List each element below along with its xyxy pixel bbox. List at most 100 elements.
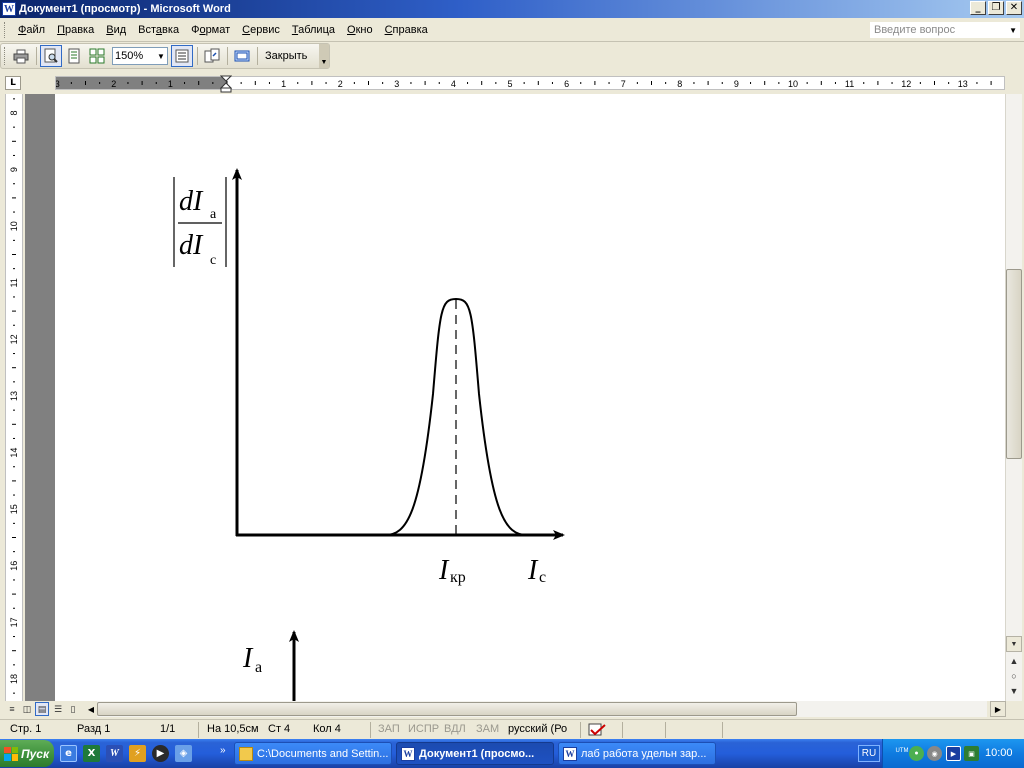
print-layout-view-icon[interactable]: ▤	[35, 702, 49, 716]
vertical-scroll-thumb[interactable]	[1006, 269, 1022, 459]
horizontal-scrollbar[interactable]	[97, 701, 987, 717]
word-app-icon[interactable]: W	[2, 2, 16, 16]
media-player-icon[interactable]: ▶	[152, 745, 169, 762]
tray-network-icon[interactable]: ●	[909, 746, 924, 761]
full-screen-button[interactable]	[231, 45, 253, 67]
close-window-button[interactable]: ✕	[1006, 1, 1022, 15]
start-button[interactable]: Пуск	[0, 740, 54, 767]
task-button-lab-work[interactable]: W лаб работа удельн зар...	[558, 742, 716, 765]
magnifier-page-icon	[44, 48, 58, 63]
tray-monitor-icon[interactable]: ▣	[964, 746, 979, 761]
task-button-explorer[interactable]: C:\Documents and Settin...	[234, 742, 392, 765]
word-doc-icon: W	[563, 746, 577, 761]
full-screen-icon	[234, 50, 250, 62]
spelling-check-icon[interactable]	[588, 723, 608, 740]
normal-view-icon[interactable]: ≡	[5, 702, 19, 716]
ruler-number: 10	[788, 79, 798, 89]
shrink-to-fit-button[interactable]	[201, 45, 223, 67]
menu-tools[interactable]: Сервис	[236, 22, 286, 38]
window-title: Документ1 (просмотр) - Microsoft Word	[19, 3, 231, 15]
toolbar-options-chevron-icon[interactable]: ▼	[319, 44, 329, 68]
magnifier-button[interactable]	[40, 45, 62, 67]
network-icon[interactable]: ◈	[175, 745, 192, 762]
menu-file[interactable]: Файл	[12, 22, 51, 38]
menu-window[interactable]: Окно	[341, 22, 379, 38]
toolbar-grip[interactable]	[4, 47, 7, 65]
document-graphics: dI а dI с I кр I с I а	[173, 168, 565, 701]
close-preview-button[interactable]: Закрыть	[261, 46, 311, 66]
vertical-ruler[interactable]: 8 9 10 11 12 13 14 15 16 17 18	[5, 94, 23, 701]
status-extend-selection[interactable]: ВДЛ	[444, 723, 466, 735]
menubar-grip[interactable]	[4, 21, 8, 38]
ruler-icon	[175, 49, 189, 63]
language-indicator[interactable]: RU	[858, 745, 880, 762]
ruler-number: 17	[9, 617, 19, 627]
status-page: Стр. 1	[10, 723, 42, 735]
derivative-graph: dI а dI с I кр I с	[173, 168, 565, 586]
previous-page-icon[interactable]: ▲	[1006, 654, 1022, 668]
ruler-number: 11	[845, 79, 854, 89]
browse-object-icon[interactable]: ○	[1006, 669, 1022, 683]
toolbar-separator	[227, 47, 228, 65]
horizontal-ruler[interactable]: 3 2 1 1 2 3 4 5 6 7 8 9 10 11 12 13	[55, 76, 1005, 90]
document-page[interactable]: dI а dI с I кр I с I а	[55, 94, 1005, 701]
internet-explorer-icon[interactable]: e	[60, 745, 77, 762]
ruler-number: 14	[9, 448, 19, 458]
tray-clock: 10:00	[985, 747, 1013, 759]
ruler-number: 12	[9, 334, 19, 344]
status-record-macro[interactable]: ЗАП	[378, 723, 400, 735]
word-icon[interactable]: W	[106, 745, 123, 762]
next-page-icon[interactable]: ▼	[1006, 684, 1022, 698]
restore-button[interactable]: ❐	[988, 1, 1004, 15]
reading-view-icon[interactable]: ▯	[66, 702, 80, 716]
minimize-button[interactable]: _	[970, 1, 986, 15]
status-separator	[722, 722, 723, 738]
status-overtype[interactable]: ЗАМ	[476, 723, 499, 735]
quicklaunch-chevron-icon[interactable]: »	[220, 745, 226, 756]
ruler-number: 12	[901, 79, 911, 89]
menu-view[interactable]: Вид	[100, 22, 132, 38]
menu-format[interactable]: Формат	[185, 22, 236, 38]
scroll-right-arrow-icon[interactable]: ▶	[990, 701, 1006, 717]
scroll-down-arrow-icon[interactable]: ▼	[1006, 636, 1022, 652]
indent-marker-icon[interactable]	[220, 72, 232, 94]
menu-edit[interactable]: Правка	[51, 22, 100, 38]
help-question-input[interactable]: Введите вопрос ▼	[870, 22, 1020, 38]
ruler-number: 7	[621, 79, 626, 89]
graph1-ylabel-den-sub: с	[210, 253, 216, 268]
tray-speaker-icon[interactable]: ◉	[927, 746, 942, 761]
tray-media-icon[interactable]: ▶	[946, 746, 961, 761]
ruler-number: 4	[451, 79, 456, 89]
zoom-dropdown-arrow-icon[interactable]: ▼	[155, 52, 167, 61]
horizontal-ruler-area: L 3 2 1 1 2 3 4 5 6 7 8 9 10 11 12 13	[0, 72, 1024, 94]
help-dropdown-arrow-icon[interactable]: ▼	[1009, 26, 1019, 35]
system-tray: UTM ● ◉ ▶ ▣ 10:00	[882, 739, 1024, 768]
menu-help[interactable]: Справка	[379, 22, 434, 38]
web-view-icon[interactable]: ◫	[20, 702, 34, 716]
ruler-number: 16	[9, 561, 19, 571]
menu-table[interactable]: Таблица	[286, 22, 341, 38]
scroll-left-arrow-icon[interactable]: ◀	[85, 701, 97, 717]
ruler-number: 10	[9, 221, 19, 231]
multiple-pages-button[interactable]	[86, 45, 108, 67]
status-line: Ст 4	[268, 723, 291, 735]
tab-selector-button[interactable]: L	[5, 76, 21, 90]
status-pages: 1/1	[160, 723, 176, 735]
print-button[interactable]	[10, 45, 32, 67]
outline-view-icon[interactable]: ☰	[51, 702, 65, 716]
page-left-gray-margin	[25, 94, 55, 701]
winamp-icon[interactable]: ⚡	[129, 745, 146, 762]
graph1-ylabel-num-d: d	[179, 186, 194, 217]
task-button-document1[interactable]: W Документ1 (просмо...	[396, 742, 554, 765]
view-ruler-button[interactable]	[171, 45, 193, 67]
status-track-changes[interactable]: ИСПР	[408, 723, 439, 735]
zoom-select[interactable]: 150% ▼	[112, 47, 168, 65]
excel-icon[interactable]: X	[83, 745, 100, 762]
menu-insert[interactable]: Вставка	[132, 22, 185, 38]
vertical-scrollbar[interactable]: ▼ ▲ ○ ▼	[1005, 94, 1022, 701]
horizontal-scroll-thumb[interactable]	[97, 702, 797, 716]
one-page-button[interactable]	[63, 45, 85, 67]
ruler-number: 6	[564, 79, 569, 89]
horizontal-ruler-ticks: 3 2 1 1 2 3 4 5 6 7 8 9 10 11 12 13	[56, 79, 992, 89]
graph1-xlabel-sub: с	[539, 569, 546, 586]
